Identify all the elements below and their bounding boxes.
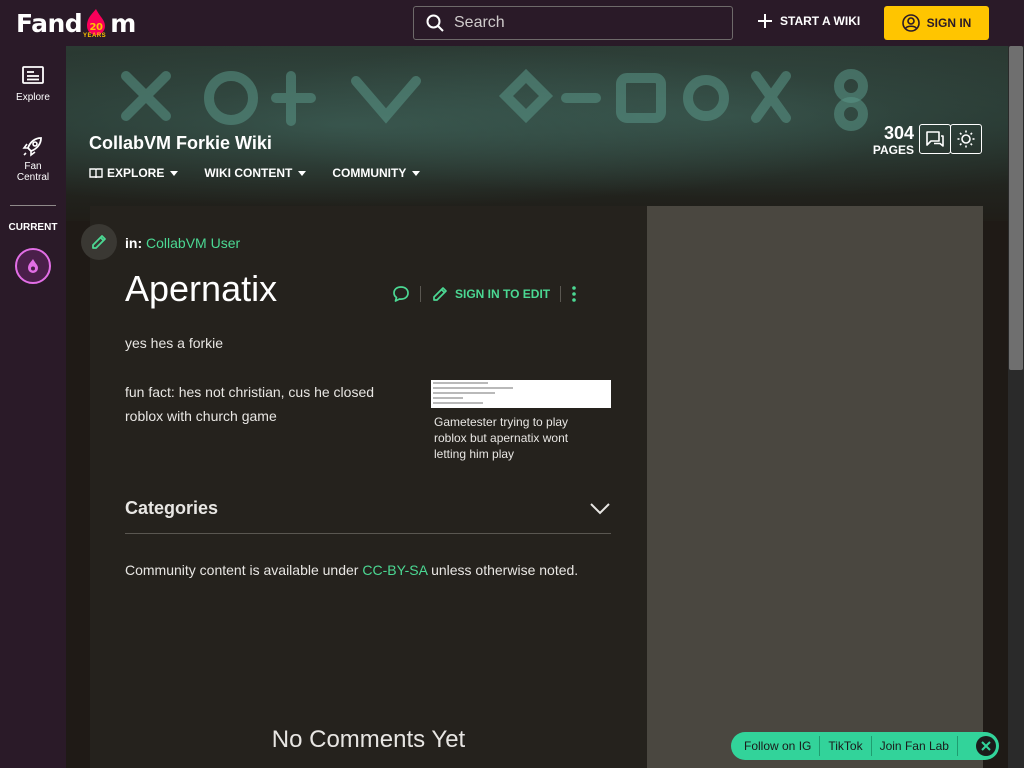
chevron-down-icon [170, 170, 179, 176]
page-actions: SIGN IN TO EDIT [392, 284, 577, 304]
rail-divider [10, 205, 56, 206]
rail-fan-central-label-2: Central [16, 172, 50, 183]
image-text-line [433, 402, 483, 404]
left-rail: Explore Fan Central CURRENT [0, 46, 66, 768]
discussions-button[interactable] [919, 124, 951, 154]
edit-page-button[interactable] [81, 224, 117, 260]
page-count-label: PAGES [872, 143, 914, 157]
category-link[interactable]: CollabVM User [146, 235, 240, 251]
more-options-icon[interactable] [571, 285, 577, 303]
page-title: Apernatix [125, 268, 278, 309]
article-paragraph-2: fun fact: hes not christian, cus he clos… [125, 380, 374, 428]
user-icon [901, 14, 920, 32]
close-follow-button[interactable] [976, 736, 996, 756]
actions-divider [560, 286, 562, 302]
global-navigation: Fand 20 m YEARS START A WIKI SIGN IN [0, 0, 1024, 46]
image-text-line [433, 387, 513, 389]
logo-text-start: Fand [16, 8, 83, 38]
image-text-line [433, 397, 463, 399]
current-wiki-flame-icon [28, 259, 38, 273]
search-box[interactable] [413, 6, 733, 40]
explore-icon [22, 66, 44, 84]
categories-heading: Categories [125, 498, 219, 518]
sign-in-to-edit-button[interactable]: SIGN IN TO EDIT [431, 285, 550, 303]
nav-community[interactable]: COMMUNITY [332, 166, 421, 180]
nav-wiki-content[interactable]: WIKI CONTENT [204, 166, 307, 180]
wiki-title[interactable]: CollabVM Forkie Wiki [89, 133, 272, 154]
start-a-wiki-label: START A WIKI [780, 14, 861, 28]
right-rail [647, 206, 983, 768]
article-image-figure: Gametester trying to play roblox but ape… [431, 380, 611, 462]
nav-wiki-content-label: WIKI CONTENT [204, 166, 293, 180]
chevron-down-icon [412, 170, 421, 176]
nav-community-label: COMMUNITY [332, 166, 407, 180]
join-fan-lab-link[interactable]: Join Fan Lab [872, 739, 957, 753]
rail-fan-central[interactable]: Fan Central [0, 134, 66, 183]
book-icon [89, 168, 103, 179]
follow-instagram-link[interactable]: Follow on IG [744, 739, 819, 753]
sign-in-label: SIGN IN [926, 16, 972, 30]
image-caption-line-1: Gametester trying to play [434, 415, 569, 429]
image-text-line [433, 382, 488, 384]
nav-explore[interactable]: EXPLORE [89, 166, 179, 180]
social-follow-bar: Follow on IG TikTok Join Fan Lab [731, 732, 999, 760]
article-image[interactable] [431, 380, 611, 408]
license-link[interactable]: CC-BY-SA [362, 562, 427, 578]
actions-divider [420, 286, 421, 302]
rail-current-label: CURRENT [8, 222, 58, 233]
chevron-down-icon [298, 170, 307, 176]
article-paragraph-2-line-1: fun fact: hes not christian, cus he clos… [125, 384, 375, 400]
fandom-logo[interactable]: Fand 20 m [16, 4, 136, 42]
categories-toggle[interactable]: Categories [125, 498, 611, 534]
article-paragraph-2-line-2: roblox with church game [125, 408, 277, 424]
rail-explore[interactable]: Explore [0, 66, 66, 103]
pencil-icon [433, 287, 447, 301]
comment-icon[interactable] [392, 285, 410, 303]
logo-badge-text: 20 [90, 22, 103, 33]
comments-empty-heading: No Comments Yet [271, 726, 466, 753]
start-a-wiki-button[interactable]: START A WIKI [757, 13, 860, 29]
current-wiki-avatar[interactable] [15, 248, 51, 284]
sun-icon [957, 130, 975, 148]
nav-explore-label: EXPLORE [107, 166, 165, 180]
image-caption-line-3: letting him play [434, 447, 515, 461]
article-paragraph-1: yes hes a forkie [125, 335, 224, 351]
pencil-icon [92, 235, 106, 249]
image-caption-line-2: roblox but apernatix wont [434, 431, 569, 445]
follow-tiktok-link[interactable]: TikTok [820, 739, 870, 753]
sign-in-to-edit-label: SIGN IN TO EDIT [455, 287, 551, 301]
in-label: in: [125, 235, 143, 251]
discussions-icon [926, 131, 944, 147]
chevron-down-icon [590, 503, 610, 515]
search-input[interactable] [454, 14, 704, 32]
search-icon [426, 14, 444, 32]
page-category-breadcrumb: in: CollabVM User [125, 235, 240, 251]
image-text-line [433, 392, 495, 394]
page-count: 304 PAGES [866, 124, 914, 157]
scrollbar-thumb[interactable] [1009, 46, 1023, 370]
follow-divider [956, 736, 958, 756]
license-suffix: unless otherwise noted. [427, 562, 579, 578]
plus-icon [758, 14, 772, 28]
logo-text-end: m [110, 8, 136, 38]
theme-toggle-button[interactable] [950, 124, 982, 154]
logo-years-label: YEARS [83, 33, 107, 39]
license-notice: Community content is available under CC-… [125, 562, 578, 578]
license-prefix: Community content is available under [125, 562, 363, 578]
rocket-icon [22, 137, 42, 157]
sign-in-button[interactable]: SIGN IN [884, 6, 989, 40]
wiki-navigation: EXPLORE WIKI CONTENT COMMUNITY [89, 166, 421, 180]
close-icon [981, 741, 991, 751]
rail-fan-central-label-1: Fan [24, 161, 42, 172]
page-count-number: 304 [883, 123, 914, 143]
rail-explore-label: Explore [16, 92, 50, 103]
image-caption: Gametester trying to play roblox but ape… [431, 414, 611, 462]
